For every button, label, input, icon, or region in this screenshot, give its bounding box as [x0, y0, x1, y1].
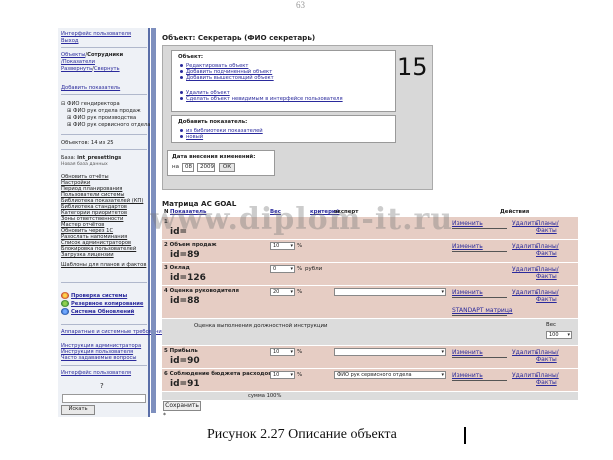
edit-link[interactable]: Изменить [452, 372, 483, 379]
table-row: 5 Прибыль id=90 10 % Изменить Удалить Пл… [162, 346, 578, 368]
text-cursor [464, 427, 466, 444]
standart-matrix-link[interactable]: STANDAPT матрица [452, 307, 513, 314]
help-link[interactable]: Часто задаваемые вопросы [61, 355, 136, 361]
edit-link[interactable]: Изменить [452, 349, 483, 356]
date-year-input[interactable]: 2009 [197, 163, 215, 172]
system-check-icon [61, 292, 69, 299]
job-instruction-row: Оценка выполнения должностной инструкции… [162, 319, 578, 345]
object-number: 15 [397, 53, 428, 81]
delete-link[interactable]: Удалить [512, 289, 538, 296]
menu-item[interactable]: Загрузка лицензии [61, 252, 114, 258]
tree-item[interactable]: ⊞ ФИО рук производства [67, 115, 136, 121]
delete-link[interactable]: Удалить [512, 372, 538, 379]
templates-link[interactable]: Шаблоны для планов и фактов [61, 262, 146, 268]
watermark: www.diplom-it.ru [150, 202, 454, 237]
backup-icon [61, 300, 69, 307]
tree-item[interactable]: ⊞ ФИО рук отдела продаж [67, 108, 141, 114]
object-panel: Объект: Редактировать объект Добавить по… [162, 45, 433, 190]
sum-row: сумма 100% [162, 392, 578, 400]
plans-facts-link[interactable]: Планы/Факты [536, 349, 578, 363]
instruction-weight-select[interactable]: 100 [546, 331, 572, 339]
search-button[interactable]: Искать [61, 405, 95, 415]
update-link[interactable]: Система Обновлений [71, 309, 134, 315]
nav-employees-link[interactable]: Сотрудники [87, 52, 123, 58]
weight-select[interactable]: 20 [270, 288, 295, 296]
plans-facts-link[interactable]: Планы/Факты [536, 289, 578, 303]
delete-link[interactable]: Удалить [512, 266, 538, 273]
table-row: 3 Оклад id=126 0 % рубли Удалить Планы/Ф… [162, 263, 578, 285]
plans-facts-link[interactable]: Планы/Факты [536, 266, 578, 280]
add-indicator-link[interactable]: Добавить показатель [61, 85, 120, 91]
collapse-link[interactable]: Свернуть [94, 66, 120, 72]
change-date-box: Дата внесения изменений: на 08 2009 ОК [167, 150, 275, 176]
date-ok-button[interactable]: ОК [219, 163, 235, 172]
delete-link[interactable]: Удалить [512, 243, 538, 250]
tree-item[interactable]: ⊟ ФИО гендиректора [61, 101, 120, 107]
db-subtitle: Новая база данных [61, 162, 108, 167]
object-count: Объектов: 14 из 25 [61, 140, 114, 146]
tree-item[interactable]: ⊞ ФИО рук сервисного отдела [67, 122, 150, 128]
save-button[interactable]: Сохранить [163, 401, 201, 411]
plans-facts-link[interactable]: Планы/Факты [536, 372, 578, 386]
expert-select[interactable] [334, 288, 446, 296]
delete-link[interactable]: Удалить [512, 220, 538, 227]
hide-object-link[interactable]: Сделать объект невидимым в интерфейсе по… [180, 96, 343, 102]
object-actions-box: Объект: Редактировать объект Добавить по… [171, 50, 396, 112]
weight-select[interactable]: 10 [270, 348, 295, 356]
expert-select[interactable]: ФИО рук сервисного отдела [334, 371, 446, 379]
help-link[interactable]: Аппаратные и системные требования [61, 329, 165, 335]
search-input[interactable] [62, 394, 146, 403]
new-indicator-link[interactable]: новый [180, 134, 203, 140]
system-check-link[interactable]: Проверка системы [71, 293, 127, 299]
object-title: Объект: Секретарь (ФИО секретарь) [162, 33, 316, 42]
table-row: 6 Соблюдение бюджета расходов id=91 10 %… [162, 369, 578, 391]
sidebar-ui-link-top[interactable]: Интерфейс пользователя [61, 31, 131, 37]
table-row: 4 Оценка руководителя id=88 20 % Изменит… [162, 286, 578, 318]
nav-indicators-link[interactable]: /Показатели [61, 59, 95, 65]
edit-link[interactable]: Изменить [452, 243, 483, 250]
date-day-input[interactable]: 08 [182, 163, 194, 172]
update-icon [61, 308, 69, 315]
expert-select[interactable] [334, 348, 446, 356]
matrix-table: N Показатель Вес критерий эксперт Действ… [162, 209, 578, 400]
sidebar-ui-link-bottom[interactable]: Интерфейс пользователя [61, 370, 131, 376]
sidebar: Интерфейс пользователя Выход Объекты/Сот… [58, 28, 165, 417]
figure-caption: Рисунок 2.27 Описание объекта [207, 427, 397, 442]
expand-link[interactable]: Развернуть [61, 66, 92, 72]
plans-facts-link[interactable]: Планы/Факты [536, 243, 578, 257]
plans-facts-link[interactable]: Планы/Факты [536, 220, 578, 234]
weight-select[interactable]: 10 [270, 371, 295, 379]
add-indicator-box: Добавить показатель: из библиотеки показ… [171, 115, 396, 143]
sidebar-exit-link[interactable]: Выход [61, 38, 79, 44]
table-row: 2 Объем продаж id=89 10 % Изменить Удали… [162, 240, 578, 262]
expand-collapse-row: Развернуть/Свернуть [61, 66, 120, 72]
weight-select[interactable]: 10 [270, 242, 295, 250]
sidebar-nav-row: Объекты/Сотрудники [61, 52, 124, 58]
weight-select[interactable]: 0 [270, 265, 295, 273]
edit-link[interactable]: Изменить [452, 289, 483, 296]
page-number: 63 [296, 0, 305, 10]
delete-link[interactable]: Удалить [512, 349, 538, 356]
backup-link[interactable]: Резервное копирование [71, 301, 143, 307]
db-row: База: int_presettings [61, 155, 122, 161]
nav-objects-link[interactable]: Объекты [61, 52, 85, 58]
help-question[interactable]: ? [100, 383, 104, 390]
footnote-mark: * [163, 412, 166, 419]
add-parent-object-link[interactable]: Добавить вышестоящий объект [180, 75, 274, 81]
edit-link[interactable]: Изменить [452, 220, 483, 227]
